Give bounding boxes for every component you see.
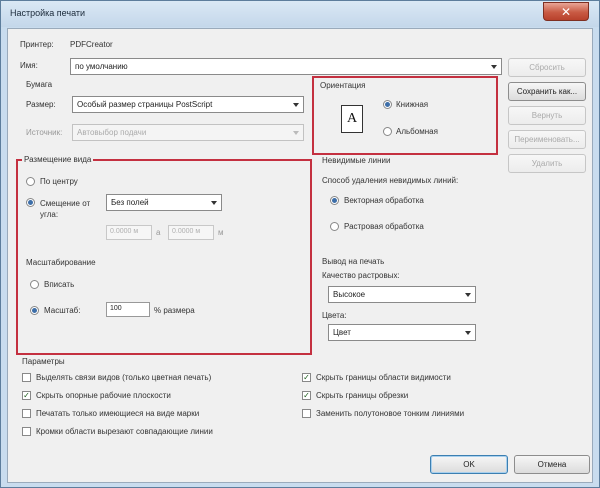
chevron-down-icon <box>293 103 299 107</box>
option-label-7[interactable]: Заменить полутоновое тонким линиями <box>316 409 464 418</box>
printer-label: Принтер: <box>20 40 54 49</box>
landscape-radio[interactable] <box>383 127 392 136</box>
offset-x-input[interactable]: 0.0000 м <box>106 225 152 240</box>
close-icon: ✕ <box>560 4 572 19</box>
colors-label: Цвета: <box>322 311 347 320</box>
chevron-down-icon <box>491 65 497 69</box>
scaling-section-label: Масштабирование <box>26 258 96 267</box>
paper-source-value: Автовыбор подачи <box>77 128 147 137</box>
offset-label[interactable]: Смещение от угла: <box>40 198 102 220</box>
center-radio[interactable] <box>26 177 35 186</box>
option-checkbox-7[interactable] <box>302 409 311 418</box>
raster-quality-label: Качество растровых: <box>322 271 400 280</box>
preset-label: Имя: <box>20 61 38 70</box>
vector-processing-label[interactable]: Векторная обработка <box>344 196 424 205</box>
portrait-label[interactable]: Книжная <box>396 100 428 109</box>
portrait-page-icon: A <box>341 105 363 133</box>
colors-select[interactable]: Цвет <box>328 324 476 341</box>
option-checkbox-4[interactable] <box>22 427 31 436</box>
cancel-button[interactable]: Отмена <box>514 455 590 474</box>
chevron-down-icon <box>465 293 471 297</box>
vector-processing-radio[interactable] <box>330 196 339 205</box>
preset-select[interactable]: по умолчанию <box>70 58 502 75</box>
option-label-3[interactable]: Печатать только имеющиеся на виде марки <box>36 409 199 418</box>
offset-radio[interactable] <box>26 198 35 207</box>
hidden-lines-section-label: Невидимые линии <box>322 156 391 165</box>
window-title: Настройка печати <box>10 8 86 18</box>
hidden-lines-method-label: Способ удаления невидимых линий: <box>322 176 459 185</box>
option-label-4[interactable]: Кромки области вырезают совпадающие лини… <box>36 427 213 436</box>
orientation-section-label: Ориентация <box>320 81 366 90</box>
options-section-label: Параметры <box>22 357 65 366</box>
revert-button[interactable]: Вернуть <box>508 106 586 125</box>
paper-size-value: Особый размер страницы PostScript <box>77 100 213 109</box>
ok-button[interactable]: OK <box>430 455 508 474</box>
paper-source-select[interactable]: Автовыбор подачи <box>72 124 304 141</box>
zoom-label[interactable]: Масштаб: <box>44 306 80 315</box>
printer-name: PDFCreator <box>70 40 113 49</box>
dialog-body: Принтер: PDFCreator Имя: по умолчанию Бу… <box>7 28 593 483</box>
center-label[interactable]: По центру <box>40 177 78 186</box>
landscape-label[interactable]: Альбомная <box>396 127 438 136</box>
paper-size-label: Размер: <box>26 100 56 109</box>
offset-y-value: 0.0000 м <box>172 228 201 235</box>
paper-size-select[interactable]: Особый размер страницы PostScript <box>72 96 304 113</box>
option-checkbox-2[interactable]: ✓ <box>22 391 31 400</box>
zoom-value: 100 <box>110 305 122 312</box>
zoom-suffix: % размера <box>154 306 195 315</box>
close-button[interactable]: ✕ <box>543 2 589 21</box>
placement-section-label: Размещение вида <box>22 155 94 164</box>
raster-processing-radio[interactable] <box>330 222 339 231</box>
title-bar[interactable]: Настройка печати ✕ <box>1 1 599 27</box>
option-label-2[interactable]: Скрыть опорные рабочие плоскости <box>36 391 171 400</box>
colors-value: Цвет <box>333 328 351 337</box>
output-section-label: Вывод на печать <box>322 257 385 266</box>
chevron-down-icon <box>293 131 299 135</box>
offset-x-value: 0.0000 м <box>110 228 139 235</box>
portrait-radio[interactable] <box>383 100 392 109</box>
raster-quality-select[interactable]: Высокое <box>328 286 476 303</box>
paper-source-label: Источник: <box>26 128 63 137</box>
offset-x-suffix: а <box>156 228 161 237</box>
raster-quality-value: Высокое <box>333 290 366 299</box>
fit-label[interactable]: Вписать <box>44 280 74 289</box>
chevron-down-icon <box>465 331 471 335</box>
reset-button[interactable]: Сбросить <box>508 58 586 77</box>
offset-select[interactable]: Без полей <box>106 194 222 211</box>
chevron-down-icon <box>211 201 217 205</box>
zoom-input[interactable]: 100 <box>106 302 150 317</box>
option-label-6[interactable]: Скрыть границы обрезки <box>316 391 408 400</box>
option-checkbox-3[interactable] <box>22 409 31 418</box>
option-checkbox-1[interactable] <box>22 373 31 382</box>
preset-value: по умолчанию <box>75 62 128 71</box>
print-setup-window: Настройка печати ✕ Принтер: PDFCreator И… <box>0 0 600 488</box>
offset-y-input[interactable]: 0.0000 м <box>168 225 214 240</box>
offset-y-suffix: м <box>218 228 224 237</box>
fit-radio[interactable] <box>30 280 39 289</box>
raster-processing-label[interactable]: Растровая обработка <box>344 222 424 231</box>
option-label-5[interactable]: Скрыть границы области видимости <box>316 373 451 382</box>
offset-value: Без полей <box>111 198 149 207</box>
option-checkbox-6[interactable]: ✓ <box>302 391 311 400</box>
placement-highlight <box>16 159 312 355</box>
save-as-button[interactable]: Сохранить как... <box>508 82 586 101</box>
paper-section-label: Бумага <box>26 80 53 89</box>
option-label-1[interactable]: Выделять связи видов (только цветная печ… <box>36 373 211 382</box>
delete-button[interactable]: Удалить <box>508 154 586 173</box>
zoom-radio[interactable] <box>30 306 39 315</box>
rename-button[interactable]: Переименовать... <box>508 130 586 149</box>
option-checkbox-5[interactable]: ✓ <box>302 373 311 382</box>
